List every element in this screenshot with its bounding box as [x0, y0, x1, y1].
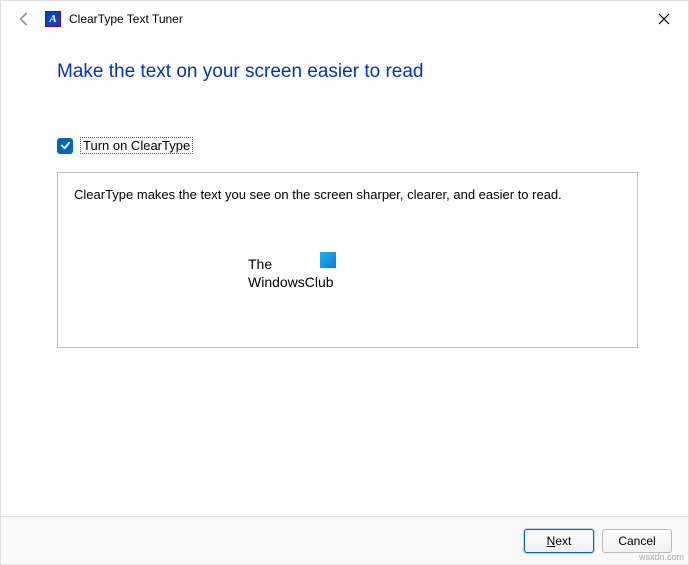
watermark-square-icon: [320, 252, 336, 268]
next-button[interactable]: Next: [524, 529, 594, 553]
close-button[interactable]: [654, 9, 674, 29]
cleartype-checkbox[interactable]: [57, 138, 73, 154]
page-heading: Make the text on your screen easier to r…: [57, 61, 638, 83]
back-icon: [15, 10, 33, 28]
wizard-window: A ClearType Text Tuner Make the text on …: [0, 0, 689, 565]
watermark: The WindowsClub: [248, 255, 334, 291]
titlebar: A ClearType Text Tuner: [1, 1, 688, 37]
attribution-text: wsxdn.com: [639, 552, 684, 562]
content-area: Make the text on your screen easier to r…: [1, 37, 688, 348]
app-title: ClearType Text Tuner: [69, 12, 183, 26]
info-text: ClearType makes the text you see on the …: [74, 187, 621, 202]
checkbox-row: Turn on ClearType: [57, 137, 638, 154]
watermark-line2: WindowsClub: [248, 273, 334, 291]
next-label-rest: ext: [555, 534, 571, 548]
footer: Next Cancel: [1, 516, 688, 564]
cancel-button[interactable]: Cancel: [602, 529, 672, 553]
app-icon: A: [45, 11, 61, 27]
cleartype-checkbox-label[interactable]: Turn on ClearType: [80, 137, 193, 154]
info-panel: ClearType makes the text you see on the …: [57, 172, 638, 348]
